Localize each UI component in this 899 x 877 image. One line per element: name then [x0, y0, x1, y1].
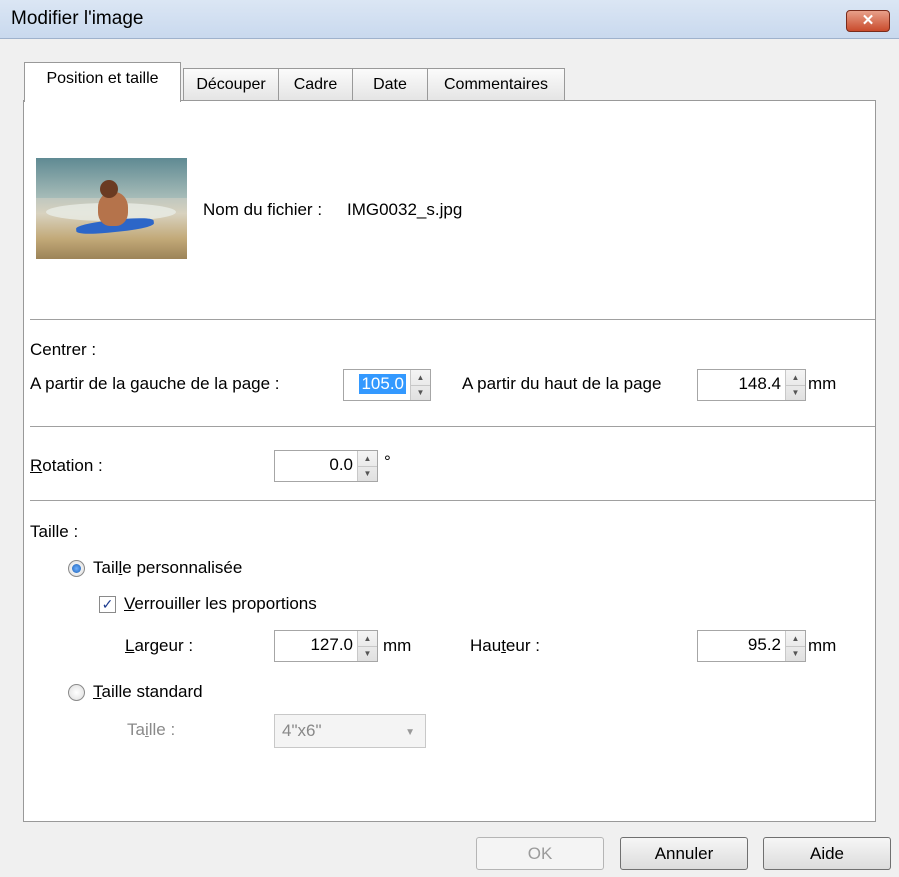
title-bar: Modifier l'image ✕	[0, 0, 899, 39]
width-value[interactable]: 127.0	[310, 635, 353, 655]
spin-up-icon[interactable]: ▲	[786, 370, 805, 386]
spinner-arrows[interactable]: ▲ ▼	[410, 370, 430, 400]
lock-proportions-label[interactable]: Verrouiller les proportions	[124, 594, 317, 614]
window-title: Modifier l'image	[11, 8, 144, 29]
width-unit: mm	[383, 636, 412, 655]
edit-image-dialog: Modifier l'image ✕ Découper Cadre Date C…	[0, 0, 899, 877]
spin-down-icon[interactable]: ▼	[411, 385, 430, 400]
spinner-arrows[interactable]: ▲ ▼	[357, 631, 377, 661]
custom-size-label[interactable]: Taille personnalisée	[93, 558, 242, 578]
std-size-label: Taille :	[127, 720, 176, 739]
divider	[30, 426, 875, 427]
width-spinner[interactable]: 127.0 ▲ ▼	[274, 630, 378, 662]
divider	[30, 319, 875, 320]
lock-proportions-checkbox[interactable]: ✓	[99, 596, 116, 613]
close-icon: ✕	[861, 12, 875, 29]
tab-label: Cadre	[293, 76, 338, 93]
rotation-spinner[interactable]: 0.0 ▲ ▼	[274, 450, 378, 482]
help-button[interactable]: Aide	[763, 837, 891, 870]
tab-position-taille[interactable]: Position et taille	[24, 62, 181, 102]
tab-decouper[interactable]: Découper	[183, 68, 279, 101]
spin-down-icon[interactable]: ▼	[358, 466, 377, 481]
chevron-down-icon: ▼	[405, 727, 415, 738]
custom-size-radio[interactable]	[68, 560, 85, 577]
rotation-unit: °	[384, 452, 391, 471]
spin-up-icon[interactable]: ▲	[411, 370, 430, 386]
cancel-button[interactable]: Annuler	[620, 837, 748, 870]
file-name-value: IMG0032_s.jpg	[347, 200, 463, 219]
spin-up-icon[interactable]: ▲	[786, 631, 805, 647]
tab-label: Position et taille	[46, 70, 159, 87]
spin-down-icon[interactable]: ▼	[786, 646, 805, 661]
from-top-unit: mm	[808, 374, 837, 393]
from-left-value[interactable]: 105.0	[359, 374, 406, 394]
spinner-arrows[interactable]: ▲ ▼	[357, 451, 377, 481]
check-icon: ✓	[101, 596, 114, 612]
std-size-value: 4"x6"	[282, 721, 322, 740]
divider	[30, 500, 875, 501]
tab-cadre[interactable]: Cadre	[278, 68, 353, 101]
close-button[interactable]: ✕	[846, 10, 890, 32]
height-spinner[interactable]: 95.2 ▲ ▼	[697, 630, 806, 662]
spinner-arrows[interactable]: ▲ ▼	[785, 370, 805, 400]
tab-label: Commentaires	[443, 76, 549, 93]
spin-up-icon[interactable]: ▲	[358, 631, 377, 647]
width-label: Largeur :	[125, 636, 194, 655]
from-top-spinner[interactable]: 148.4 ▲ ▼	[697, 369, 806, 401]
ok-button[interactable]: OK	[476, 837, 604, 870]
file-name-label: Nom du fichier :	[203, 200, 323, 219]
spin-down-icon[interactable]: ▼	[358, 646, 377, 661]
spinner-arrows[interactable]: ▲ ▼	[785, 631, 805, 661]
spin-up-icon[interactable]: ▲	[358, 451, 377, 467]
from-left-label: A partir de la gauche de la page :	[30, 374, 280, 393]
from-top-value[interactable]: 148.4	[738, 374, 781, 394]
height-value[interactable]: 95.2	[748, 635, 781, 655]
height-unit: mm	[808, 636, 837, 655]
standard-size-label[interactable]: Taille standard	[93, 682, 203, 702]
rotation-value[interactable]: 0.0	[329, 455, 353, 475]
tab-label: Découper	[196, 76, 266, 93]
size-heading: Taille :	[30, 522, 79, 541]
spin-down-icon[interactable]: ▼	[786, 385, 805, 400]
height-label: Hauteur :	[470, 636, 540, 655]
rotation-label: Rotation :	[30, 456, 103, 475]
tab-date[interactable]: Date	[352, 68, 428, 101]
tab-label: Date	[373, 76, 407, 93]
center-heading: Centrer :	[30, 340, 97, 359]
from-left-spinner[interactable]: 105.0 ▲ ▼	[343, 369, 431, 401]
from-top-label: A partir du haut de la page	[462, 374, 662, 393]
image-thumbnail	[36, 158, 187, 259]
std-size-dropdown[interactable]: 4"x6" ▼	[274, 714, 426, 748]
tab-commentaires[interactable]: Commentaires	[427, 68, 565, 101]
standard-size-radio[interactable]	[68, 684, 85, 701]
